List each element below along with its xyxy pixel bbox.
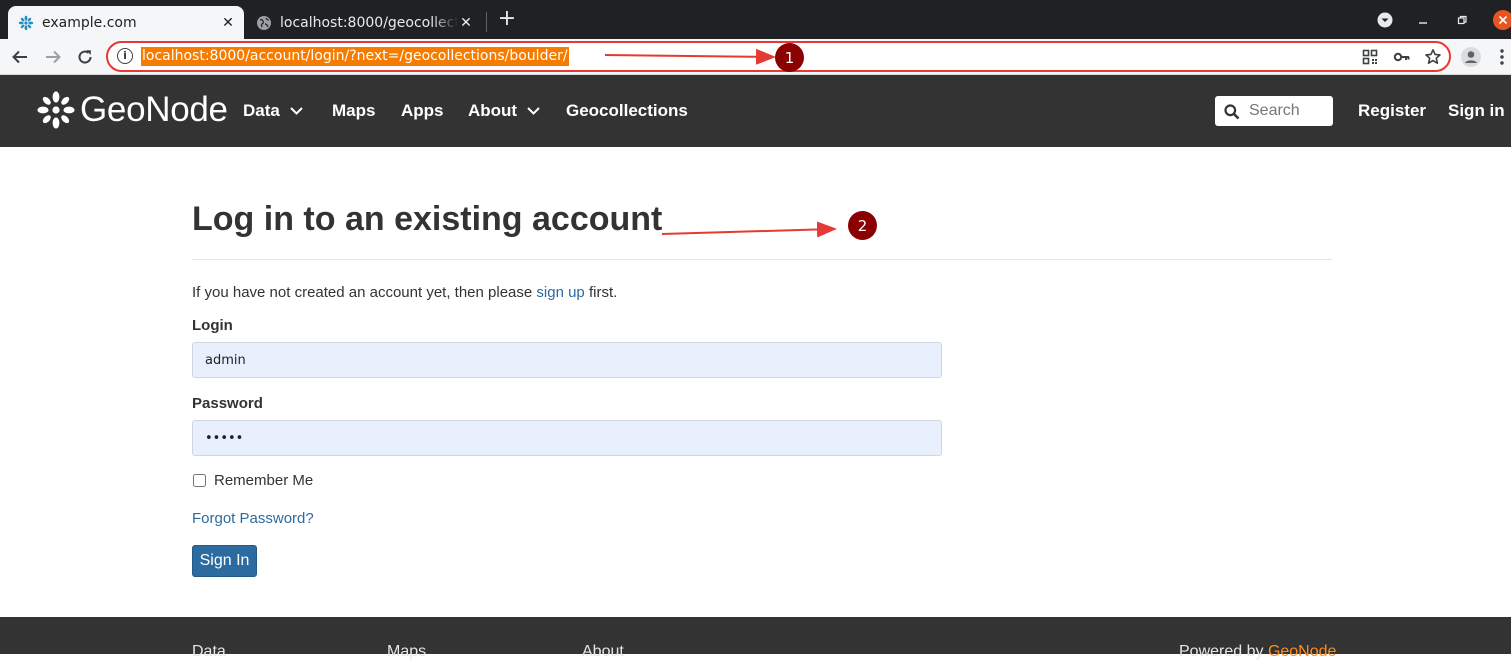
- back-arrow-icon[interactable]: [8, 45, 32, 69]
- footer-data-heading[interactable]: Data: [192, 643, 226, 661]
- signup-intro: If you have not created an account yet, …: [192, 284, 617, 301]
- signin-link[interactable]: Sign in: [1448, 101, 1505, 121]
- nav-maps-label: Maps: [332, 101, 376, 120]
- site-footer: Data Maps About Powered by GeoNode: [0, 617, 1511, 660]
- signup-link[interactable]: sign up: [536, 284, 584, 301]
- browser-menu-icon[interactable]: [1492, 45, 1511, 69]
- tab-example[interactable]: example.com ✕: [8, 6, 244, 39]
- forward-arrow-icon[interactable]: [41, 45, 65, 69]
- page-title: Log in to an existing account: [192, 200, 663, 238]
- remember-me-label: Remember Me: [214, 472, 314, 489]
- nav-geocollections-label: Geocollections: [566, 101, 688, 120]
- annotation-marker-2: 2: [848, 211, 877, 240]
- signin-label: Sign in: [1448, 101, 1505, 120]
- site-header: GeoNode Data Maps Apps About Geocollecti…: [0, 75, 1511, 147]
- title-divider: [192, 259, 1332, 260]
- geonode-footer-link[interactable]: GeoNode: [1268, 643, 1337, 660]
- browser-tab-strip: example.com ✕ localhost:8000/geocollect …: [0, 0, 1511, 39]
- powered-by: Powered by GeoNode: [1179, 643, 1336, 661]
- geonode-favicon-icon: [18, 15, 34, 31]
- browser-toolbar: i localhost:8000/account/login/?next=/ge…: [0, 39, 1511, 75]
- minimize-icon[interactable]: [1413, 10, 1433, 30]
- remember-me[interactable]: Remember Me: [192, 472, 313, 489]
- restore-icon[interactable]: [1452, 10, 1472, 30]
- intro-text-after: first.: [584, 284, 618, 301]
- register-link[interactable]: Register: [1358, 101, 1426, 121]
- qr-code-icon[interactable]: [1361, 48, 1379, 66]
- reload-icon[interactable]: [73, 45, 97, 69]
- tab-search-icon[interactable]: [1375, 10, 1395, 30]
- tab-title: example.com: [42, 14, 137, 31]
- profile-avatar-icon[interactable]: [1459, 45, 1483, 69]
- geonode-logo[interactable]: GeoNode: [36, 87, 228, 133]
- annotation-marker-1: 1: [775, 43, 804, 72]
- geonode-logo-icon: [37, 91, 75, 129]
- nav-data[interactable]: Data: [243, 101, 303, 121]
- header-search[interactable]: [1215, 96, 1333, 126]
- nav-data-label: Data: [243, 101, 280, 120]
- footer-about-heading[interactable]: About: [582, 643, 624, 661]
- register-label: Register: [1358, 101, 1427, 120]
- search-input[interactable]: [1249, 101, 1329, 121]
- password-label: Password: [192, 395, 263, 412]
- globe-icon: [256, 15, 272, 31]
- forgot-password-link[interactable]: Forgot Password?: [192, 510, 314, 527]
- chevron-down-icon: [290, 107, 303, 115]
- url-text[interactable]: localhost:8000/account/login/?next=/geoc…: [141, 47, 569, 66]
- remember-me-checkbox[interactable]: [193, 474, 206, 487]
- nav-apps[interactable]: Apps: [401, 101, 444, 121]
- bookmark-star-icon[interactable]: [1424, 48, 1442, 66]
- search-icon: [1224, 104, 1240, 120]
- intro-text-before: If you have not created an account yet, …: [192, 284, 537, 301]
- sign-in-button[interactable]: Sign In: [192, 545, 257, 577]
- site-info-icon[interactable]: i: [117, 48, 133, 64]
- tab-title: localhost:8000/geocollect: [280, 14, 458, 31]
- annotation-arrow-2: [661, 221, 837, 238]
- nav-geocollections[interactable]: Geocollections: [566, 101, 688, 121]
- tab-close-icon[interactable]: ✕: [220, 15, 236, 31]
- login-input[interactable]: [192, 342, 942, 378]
- password-input[interactable]: [192, 420, 942, 456]
- nav-about[interactable]: About: [468, 101, 540, 121]
- brand-name: GeoNode: [80, 90, 228, 129]
- nav-maps[interactable]: Maps: [332, 101, 375, 121]
- footer-maps-heading[interactable]: Maps: [387, 643, 426, 661]
- nav-about-label: About: [468, 101, 518, 120]
- key-icon[interactable]: [1393, 48, 1411, 66]
- new-tab-button[interactable]: +: [496, 8, 518, 30]
- tab-separator: [486, 12, 487, 32]
- login-label: Login: [192, 317, 233, 334]
- nav-apps-label: Apps: [401, 101, 444, 120]
- tab-localhost[interactable]: localhost:8000/geocollect ✕: [248, 6, 482, 39]
- window-close-icon[interactable]: [1492, 10, 1511, 30]
- tab-close-icon[interactable]: ✕: [458, 15, 474, 31]
- powered-by-text: Powered by: [1179, 643, 1268, 660]
- chevron-down-icon: [527, 107, 540, 115]
